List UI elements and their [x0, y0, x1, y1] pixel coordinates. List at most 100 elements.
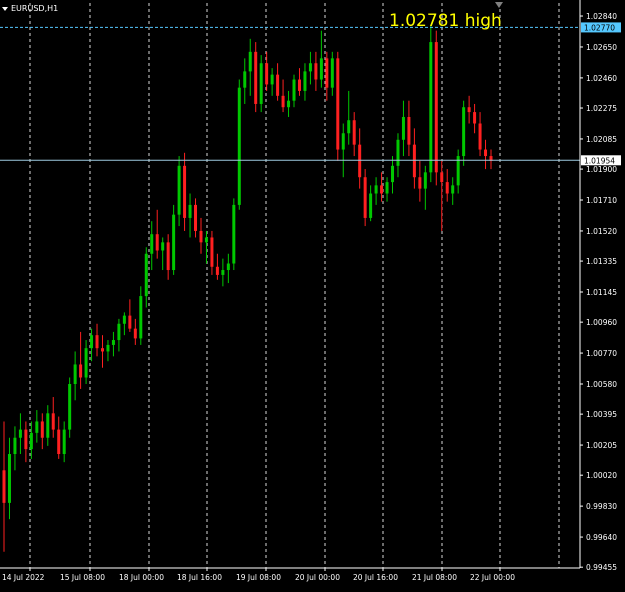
candle-body	[341, 133, 345, 150]
candle	[194, 198, 198, 238]
candle-body	[51, 413, 55, 430]
candle-body	[172, 214, 176, 271]
time-tick-label: 14 Jul 2022	[2, 573, 45, 582]
candle	[401, 100, 405, 157]
price-tick-label: 0.99830	[586, 502, 617, 511]
candle	[259, 55, 263, 113]
candle-body	[429, 42, 433, 173]
candle-body	[7, 454, 11, 503]
candle	[24, 421, 28, 463]
candle	[297, 68, 301, 96]
chart-area[interactable]: 1.02770 1.01954 1.02840 1.02650 1.02460 1.02…	[0, 0, 625, 588]
candle-body	[336, 58, 340, 150]
candle	[68, 377, 72, 438]
candle	[215, 253, 219, 280]
candle	[276, 63, 280, 101]
candle	[183, 152, 187, 231]
price-tick-label: 0.99455	[586, 563, 617, 572]
candle-body	[122, 315, 126, 324]
candle-body	[210, 237, 214, 267]
candle	[281, 79, 285, 113]
candle	[484, 139, 488, 170]
candle-body	[90, 335, 94, 349]
candle-body	[314, 63, 318, 80]
candle	[445, 169, 449, 202]
candle	[423, 165, 427, 210]
candle-body	[445, 182, 449, 194]
candle	[314, 51, 318, 91]
candle	[100, 335, 104, 368]
price-tick-label: 1.01520	[586, 227, 617, 236]
candle-body	[232, 204, 236, 264]
candle	[358, 128, 362, 189]
candle	[111, 331, 115, 357]
price-tick-label: 1.02085	[586, 135, 617, 144]
candle-body	[297, 79, 301, 91]
candle-body	[467, 107, 471, 113]
price-tick-label: 1.00205	[586, 441, 617, 450]
high-annotation-text[interactable]: 1.02781 high	[389, 11, 502, 31]
candle-body	[139, 296, 143, 339]
candle	[232, 198, 236, 271]
symbol-timeframe-label: EURUSD,H1	[11, 4, 59, 13]
candle-body	[363, 177, 367, 218]
current-price-tag-label: 1.01954	[584, 156, 615, 165]
price-tick-label: 1.01900	[586, 165, 617, 174]
candle-body	[243, 71, 247, 88]
price-tick-label: 1.01335	[586, 257, 617, 266]
candle-body	[347, 120, 351, 134]
chart-shift-marker-icon[interactable]	[495, 2, 503, 8]
candle-body	[265, 63, 269, 85]
candle	[79, 331, 83, 389]
time-tick-label: 18 Jul 16:00	[177, 573, 222, 582]
candle	[407, 100, 411, 157]
candle	[161, 237, 165, 271]
candle-body	[117, 323, 121, 341]
candlestick-chart[interactable]: 1.027701.01954 1.028401.026501.024601.02…	[0, 0, 625, 588]
candle	[133, 318, 137, 345]
price-tick-label: 1.01710	[586, 196, 617, 205]
candle-body	[276, 74, 280, 96]
candle-body	[380, 185, 384, 194]
candle	[150, 221, 154, 271]
candle	[473, 103, 477, 134]
candle-body	[95, 335, 99, 349]
candle	[35, 410, 39, 443]
candle-body	[166, 242, 170, 271]
candle	[139, 286, 143, 345]
symbol-title[interactable]: EURUSD,H1	[2, 4, 58, 13]
candle-body	[221, 270, 225, 275]
candle-body	[29, 432, 33, 450]
triangle-down-icon[interactable]	[2, 6, 8, 11]
candle-body	[352, 120, 356, 145]
candle-body	[68, 384, 72, 430]
candle-body	[133, 328, 137, 339]
candle	[418, 160, 422, 202]
candle-body	[155, 234, 159, 251]
candle-body	[199, 230, 203, 243]
candle	[95, 323, 99, 357]
candle	[287, 90, 291, 117]
candle	[73, 351, 77, 401]
candle-body	[270, 74, 274, 85]
candle-body	[57, 429, 61, 455]
candle	[57, 416, 61, 459]
candle	[462, 100, 466, 166]
candle	[336, 51, 340, 161]
candle	[90, 328, 94, 362]
candle-body	[462, 107, 466, 157]
candle-body	[144, 253, 148, 297]
candle-body	[73, 364, 77, 385]
candle	[51, 397, 55, 438]
candle-body	[292, 79, 296, 101]
candle	[221, 258, 225, 287]
candle	[204, 230, 208, 264]
candle	[347, 90, 351, 145]
candle	[13, 426, 17, 471]
candle	[18, 413, 22, 455]
candle-body	[18, 429, 22, 438]
candle-body	[407, 116, 411, 145]
candle	[369, 185, 373, 222]
candle	[237, 79, 241, 210]
candle-body	[237, 87, 241, 205]
